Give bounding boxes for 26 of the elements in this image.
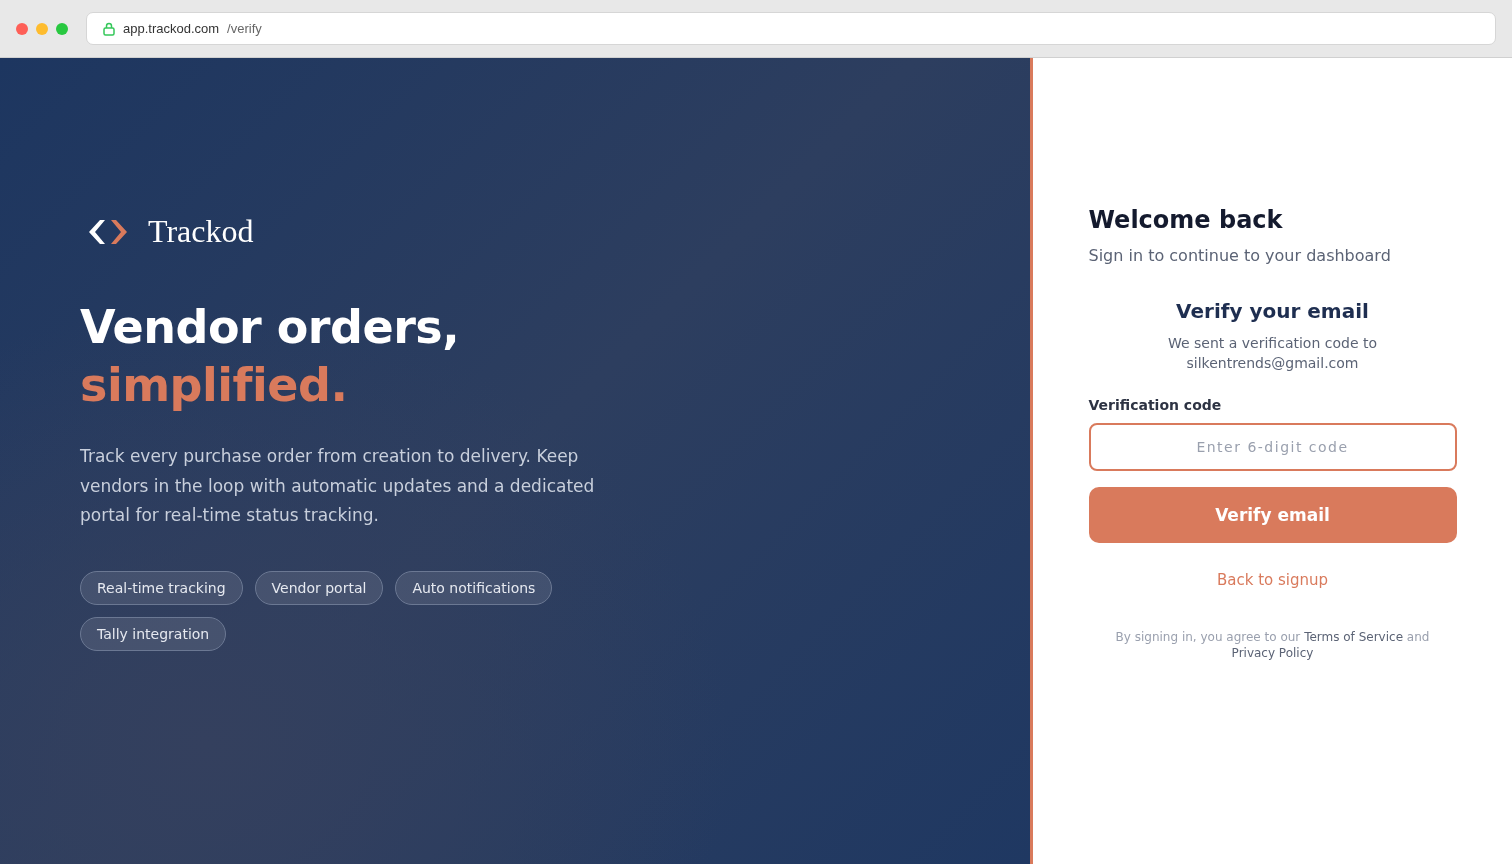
lock-icon xyxy=(103,21,115,36)
email-address: silkentrends@gmail.com xyxy=(1185,354,1360,373)
headline: Vendor orders, xyxy=(80,299,461,356)
address-bar[interactable]: app.trackod.com /verify xyxy=(86,12,1496,45)
welcome-title: Welcome back xyxy=(1088,206,1284,234)
minimize-window-icon[interactable] xyxy=(36,22,48,35)
privacy-link[interactable]: Privacy Policy xyxy=(1231,646,1314,660)
code-brackets-icon xyxy=(86,217,130,246)
hero-description: Track every purchase order from creation to delivery. Keep vendors in the loop with automatic updates and a dedicated portal for real-time status tracking. xyxy=(80,445,596,527)
legal-notice: By signing in, you agree to our Terms of Service and Privacy Policy xyxy=(1114,629,1431,661)
headline-highlight: simplified. xyxy=(80,357,349,414)
feature-chip: Vendor portal xyxy=(254,570,384,605)
brand-name: Trackod xyxy=(148,213,254,250)
url-path: /verify xyxy=(227,21,262,36)
feature-chip: Tally integration xyxy=(80,616,227,651)
field-label: Verification code xyxy=(1088,397,1223,413)
close-window-icon[interactable] xyxy=(16,22,28,35)
url-host: app.trackod.com xyxy=(123,21,220,36)
code-input-field[interactable]: Enter 6-digit code xyxy=(1088,423,1457,471)
feature-chip: Auto notifications xyxy=(395,570,553,605)
feature-chip: Real-time tracking xyxy=(80,570,243,605)
terms-link[interactable]: Terms of Service xyxy=(1304,630,1403,644)
welcome-subtitle: Sign in to continue to your dashboard xyxy=(1088,246,1392,265)
verify-title: Verify your email xyxy=(1175,299,1370,323)
maximize-window-icon[interactable] xyxy=(56,22,68,35)
verify-text: We sent a verification code to xyxy=(1167,334,1378,353)
